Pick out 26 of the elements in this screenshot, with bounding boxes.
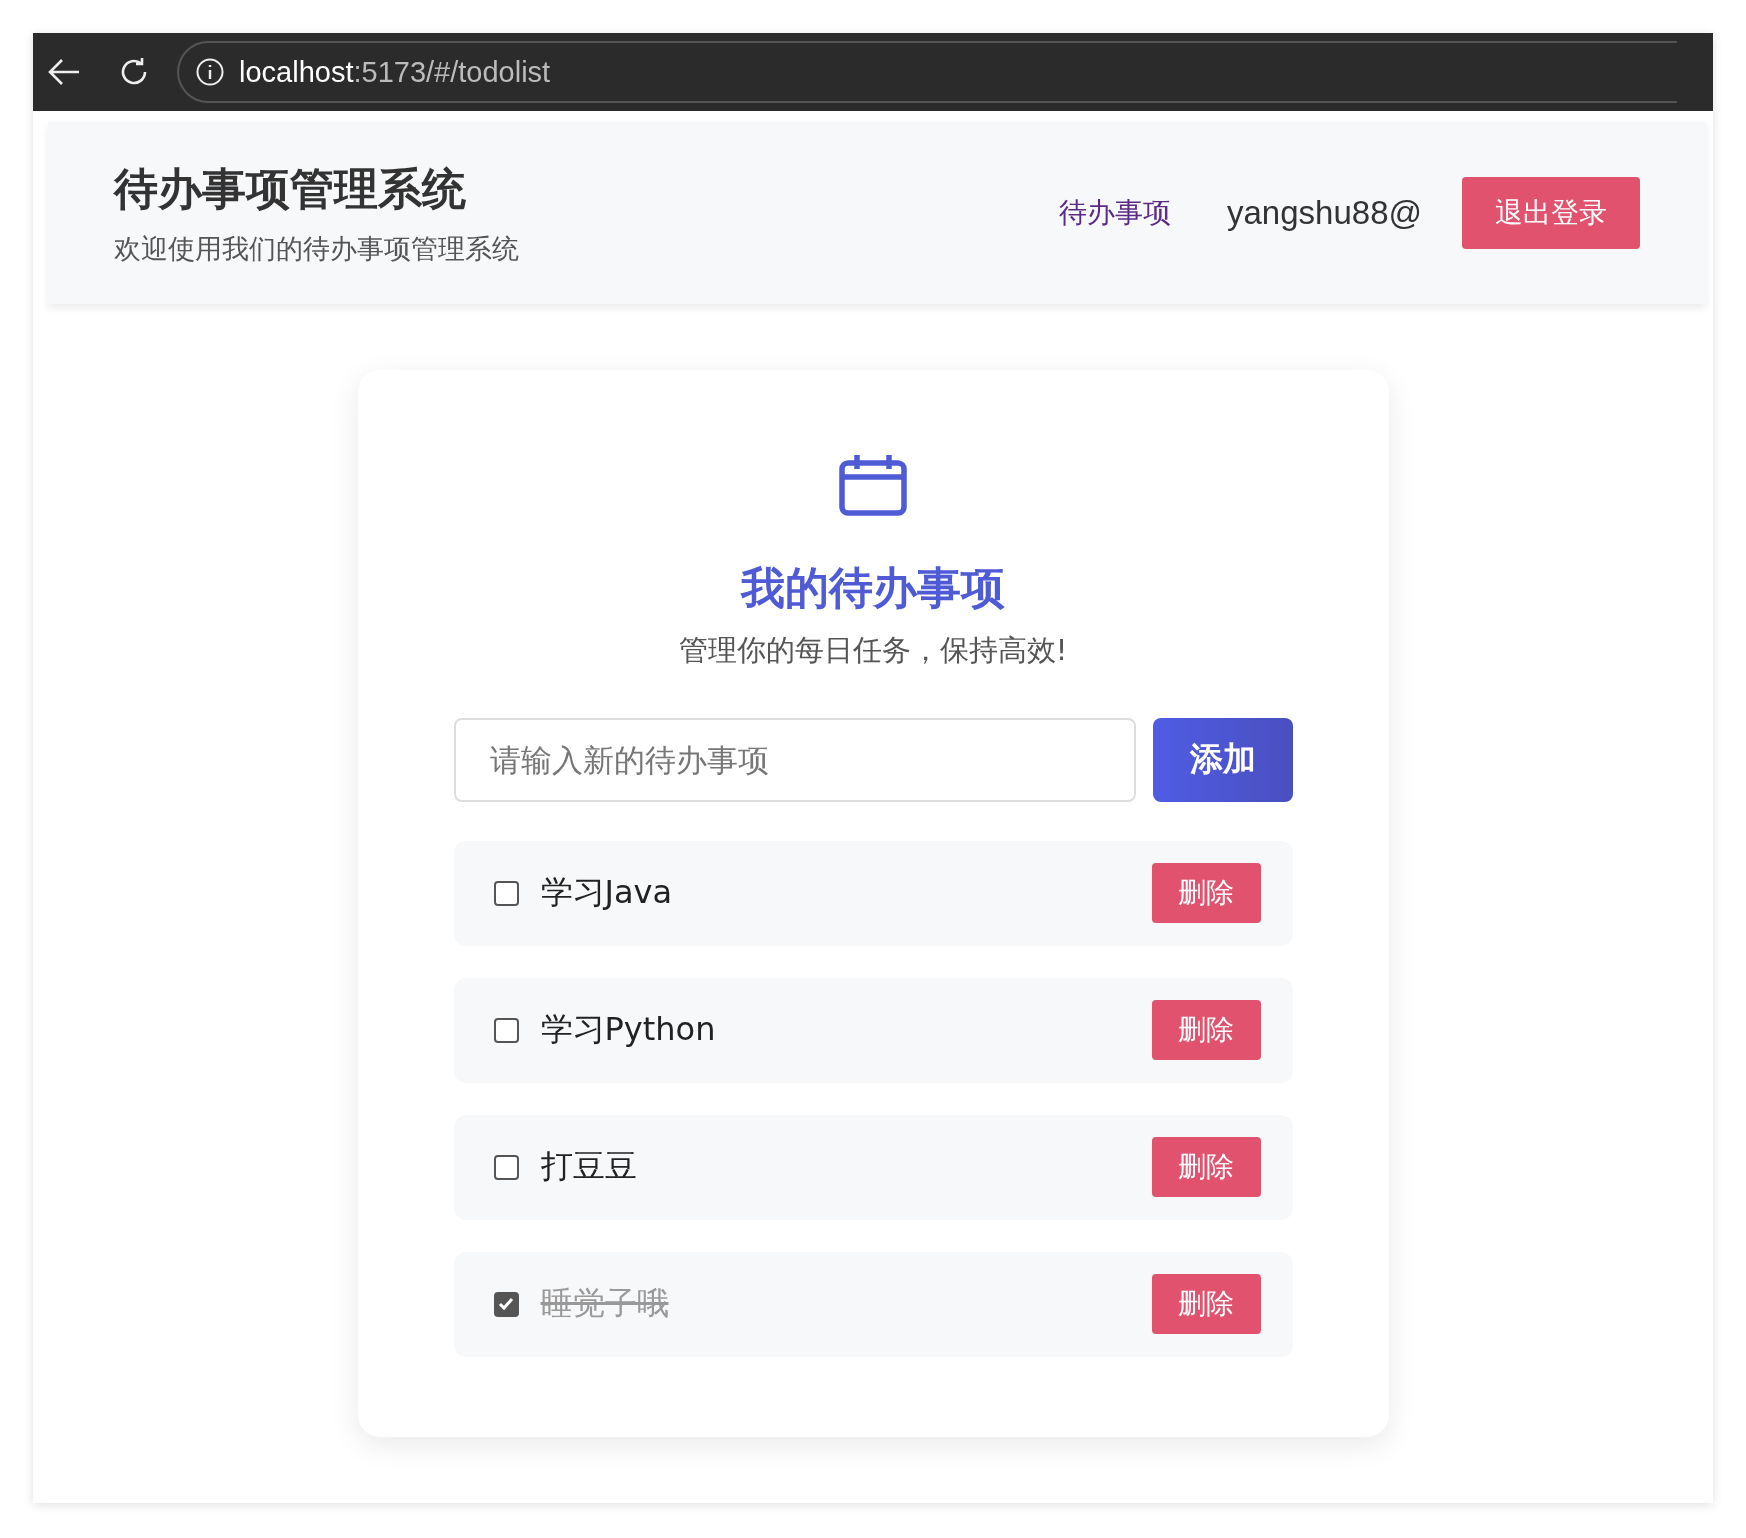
back-arrow-icon[interactable] — [47, 58, 81, 86]
add-button[interactable]: 添加 — [1152, 717, 1293, 802]
new-todo-input[interactable]: 请输入新的待办事项 — [453, 717, 1136, 802]
delete-button[interactable]: 删除 — [1151, 863, 1261, 924]
url-text: localhost:5173/#/todolist — [239, 55, 551, 89]
todo-text: 学习Python — [540, 1009, 717, 1051]
card-subtitle: 管理你的每日任务，保持高效! — [678, 632, 1068, 670]
logout-button[interactable]: 退出登录 — [1462, 177, 1640, 249]
info-icon[interactable] — [195, 57, 225, 87]
checkbox[interactable] — [493, 880, 519, 906]
checkbox[interactable] — [493, 1017, 519, 1043]
delete-button[interactable]: 删除 — [1151, 1000, 1261, 1061]
username: yangshu88@ — [1227, 194, 1422, 232]
todo-text: 打豆豆 — [540, 1146, 638, 1188]
checkbox[interactable] — [493, 1154, 519, 1180]
nav-link[interactable]: 待办事项 — [1059, 194, 1171, 232]
delete-button[interactable]: 删除 — [1151, 1137, 1261, 1198]
card-title: 我的待办事项 — [741, 561, 1005, 615]
address-bar[interactable]: localhost:5173/#/todolist — [177, 41, 1677, 103]
todo-text: 睡觉子哦 — [540, 1283, 670, 1325]
app-subtitle: 欢迎使用我们的待办事项管理系统 — [114, 231, 519, 266]
delete-button[interactable]: 删除 — [1151, 1274, 1261, 1335]
checkbox[interactable] — [493, 1291, 519, 1317]
calendar-icon — [838, 453, 908, 517]
app-title: 待办事项管理系统 — [114, 161, 467, 216]
todo-text: 学习Java — [540, 872, 674, 914]
